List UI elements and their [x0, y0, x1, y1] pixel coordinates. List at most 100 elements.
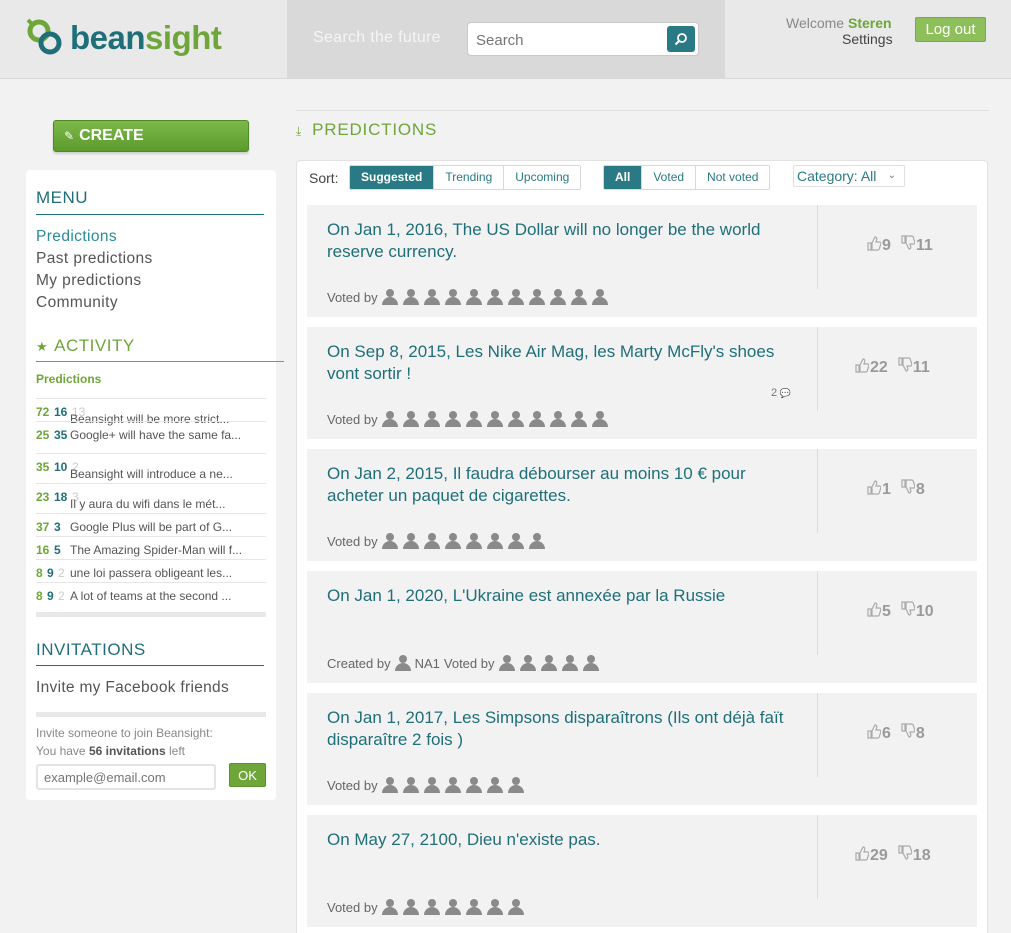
sort-suggested[interactable]: Suggested — [350, 166, 435, 189]
prediction-card[interactable]: On Jan 1, 2020, L'Ukraine est annexée pa… — [307, 571, 977, 683]
prediction-title[interactable]: On Sep 8, 2015, Les Nike Air Mag, les Ma… — [327, 341, 797, 385]
voter-avatar-icon[interactable] — [486, 777, 504, 793]
logout-button[interactable]: Log out — [915, 17, 986, 42]
voter-avatar-icon[interactable] — [507, 289, 525, 305]
vote-up-button[interactable]: 22 — [855, 357, 888, 378]
vote-down-button[interactable]: 18 — [898, 845, 931, 866]
beansight-logo[interactable]: beansight — [26, 18, 222, 58]
voter-avatar-icon[interactable] — [549, 289, 567, 305]
user-icon[interactable] — [394, 655, 412, 671]
voter-avatar-icon[interactable] — [402, 533, 420, 549]
prediction-title[interactable]: On Jan 1, 2017, Les Simpsons disparaîtro… — [327, 707, 797, 751]
sort-upcoming[interactable]: Upcoming — [504, 166, 581, 189]
voter-avatar-icon[interactable] — [444, 899, 462, 915]
vote-up-button[interactable]: 5 — [867, 601, 891, 622]
voter-avatar-icon[interactable] — [402, 899, 420, 915]
activity-item[interactable]: 25 35 Google+ will have the same fa... — [36, 421, 266, 444]
menu-item-my-predictions[interactable]: My predictions — [36, 272, 142, 290]
voter-avatar-icon[interactable] — [591, 411, 609, 427]
voter-avatar-icon[interactable] — [498, 655, 516, 671]
category-select[interactable]: Category: All ⌄ — [793, 165, 905, 187]
prediction-card[interactable]: On Sep 8, 2015, Les Nike Air Mag, les Ma… — [307, 327, 977, 439]
voter-avatar-icon[interactable] — [423, 533, 441, 549]
voter-avatar-icon[interactable] — [507, 411, 525, 427]
voter-avatar-icon[interactable] — [540, 655, 558, 671]
prediction-title[interactable]: On Jan 1, 2016, The US Dollar will no lo… — [327, 219, 797, 263]
filter-not-voted[interactable]: Not voted — [696, 166, 770, 189]
voter-avatar-icon[interactable] — [444, 777, 462, 793]
activity-item[interactable]: 72 16 13 Beansight will be more strict... — [36, 398, 266, 426]
voter-avatar-icon[interactable] — [507, 777, 525, 793]
voter-avatar-icon[interactable] — [561, 655, 579, 671]
vote-down-button[interactable]: 8 — [901, 723, 925, 744]
menu-item-community[interactable]: Community — [36, 294, 118, 312]
invite-email-field[interactable] — [36, 764, 216, 790]
voter-avatar-icon[interactable] — [444, 533, 462, 549]
voter-avatar-icon[interactable] — [507, 533, 525, 549]
search-input[interactable] — [476, 30, 666, 50]
prediction-title[interactable]: On Jan 2, 2015, Il faudra débourser au m… — [327, 463, 797, 507]
voter-avatar-icon[interactable] — [591, 289, 609, 305]
voter-avatar-icon[interactable] — [582, 655, 600, 671]
activity-item[interactable]: 37 3 Google Plus will be part of G... — [36, 513, 266, 536]
voter-avatar-icon[interactable] — [381, 411, 399, 427]
voter-avatar-icon[interactable] — [465, 899, 483, 915]
menu-item-predictions[interactable]: Predictions — [36, 228, 117, 246]
voter-avatar-icon[interactable] — [507, 899, 525, 915]
voter-avatar-icon[interactable] — [519, 655, 537, 671]
vote-down-button[interactable]: 10 — [901, 601, 934, 622]
filter-all[interactable]: All — [604, 166, 643, 189]
menu-item-past-predictions[interactable]: Past predictions — [36, 250, 153, 268]
activity-item[interactable]: 16 5 The Amazing Spider-Man will f... — [36, 536, 266, 559]
voter-avatar-icon[interactable] — [528, 411, 546, 427]
voter-avatar-icon[interactable] — [381, 289, 399, 305]
voter-avatar-icon[interactable] — [570, 289, 588, 305]
activity-item[interactable]: 892 A lot of teams at the second ... — [36, 582, 266, 605]
creator-name[interactable]: NA1 — [415, 656, 440, 671]
comment-count[interactable]: 2 💬 — [771, 387, 791, 399]
voter-avatar-icon[interactable] — [465, 289, 483, 305]
vote-down-button[interactable]: 11 — [898, 357, 930, 378]
prediction-card[interactable]: On Jan 2, 2015, Il faudra débourser au m… — [307, 449, 977, 561]
voter-avatar-icon[interactable] — [486, 411, 504, 427]
voter-avatar-icon[interactable] — [465, 777, 483, 793]
settings-link[interactable]: Settings — [842, 31, 893, 47]
voter-avatar-icon[interactable] — [381, 899, 399, 915]
vote-up-button[interactable]: 29 — [855, 845, 888, 866]
search-button[interactable] — [667, 26, 695, 52]
voter-avatar-icon[interactable] — [381, 777, 399, 793]
voter-avatar-icon[interactable] — [402, 289, 420, 305]
voter-avatar-icon[interactable] — [528, 533, 546, 549]
activity-item[interactable]: 8 9 2 une loi passera obligeant les... — [36, 559, 266, 582]
sort-trending[interactable]: Trending — [434, 166, 505, 189]
vote-up-button[interactable]: 1 — [867, 479, 891, 500]
vote-down-button[interactable]: 11 — [901, 235, 933, 256]
activity-item[interactable]: 23 18 3 Il y aura du wifi dans le mét... — [36, 483, 266, 511]
vote-down-button[interactable]: 8 — [901, 479, 925, 500]
username-link[interactable]: Steren — [848, 15, 892, 31]
voter-avatar-icon[interactable] — [570, 411, 588, 427]
create-button[interactable]: ✎ CREATE — [53, 120, 249, 152]
invite-ok-button[interactable]: OK — [229, 763, 266, 787]
voter-avatar-icon[interactable] — [423, 289, 441, 305]
voter-avatar-icon[interactable] — [423, 411, 441, 427]
voter-avatar-icon[interactable] — [423, 899, 441, 915]
prediction-title[interactable]: On May 27, 2100, Dieu n'existe pas. — [327, 829, 797, 851]
prediction-card[interactable]: On Jan 1, 2016, The US Dollar will no lo… — [307, 205, 977, 317]
voter-avatar-icon[interactable] — [381, 533, 399, 549]
voter-avatar-icon[interactable] — [465, 533, 483, 549]
invite-facebook-link[interactable]: Invite my Facebook friends — [36, 679, 229, 697]
voter-avatar-icon[interactable] — [423, 777, 441, 793]
voter-avatar-icon[interactable] — [444, 289, 462, 305]
vote-up-button[interactable]: 9 — [867, 235, 891, 256]
voter-avatar-icon[interactable] — [486, 289, 504, 305]
voter-avatar-icon[interactable] — [444, 411, 462, 427]
activity-item[interactable]: 35 10 2 Beansight will introduce a ne... — [36, 453, 266, 481]
voter-avatar-icon[interactable] — [402, 777, 420, 793]
voter-avatar-icon[interactable] — [402, 411, 420, 427]
prediction-title[interactable]: On Jan 1, 2020, L'Ukraine est annexée pa… — [327, 585, 797, 607]
voter-avatar-icon[interactable] — [549, 411, 567, 427]
prediction-card[interactable]: On May 27, 2100, Dieu n'existe pas. Voted… — [307, 815, 977, 927]
voter-avatar-icon[interactable] — [486, 533, 504, 549]
voter-avatar-icon[interactable] — [465, 411, 483, 427]
